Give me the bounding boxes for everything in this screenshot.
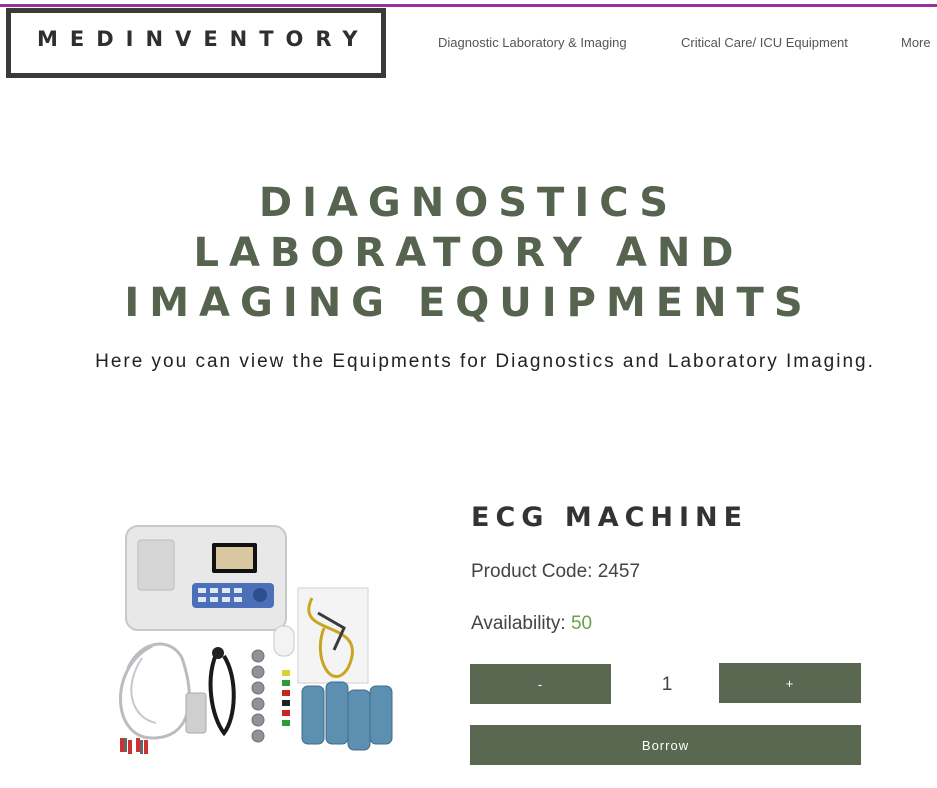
logo[interactable]: MEDINVENTORY <box>6 8 386 78</box>
availability-count: 50 <box>570 613 593 634</box>
nav-link-diagnostic[interactable]: Diagnostic Laboratory & Imaging <box>438 35 627 50</box>
decrease-quantity-button[interactable]: - <box>470 664 611 704</box>
page-subtitle: Here you can view the Equipments for Dia… <box>95 351 875 372</box>
nav-link-critical-care[interactable]: Critical Care/ ICU Equipment <box>681 35 848 50</box>
page-title-line-3: IMAGING EQUIPMENTS <box>124 280 813 326</box>
availability: Availability: 50 <box>471 613 592 635</box>
ecg-machine-icon <box>125 525 287 631</box>
page-title-line-1: DIAGNOSTICS <box>258 180 679 226</box>
borrow-button[interactable]: Borrow <box>470 725 861 765</box>
page-title: DIAGNOSTICS LABORATORY AND IMAGING EQUIP… <box>0 178 937 328</box>
product-image <box>119 525 393 754</box>
increase-quantity-button[interactable]: + <box>719 663 861 703</box>
product-code: Product Code: 2457 <box>471 561 641 582</box>
availability-label: Availability: <box>471 613 566 634</box>
top-accent-line <box>0 4 937 7</box>
logo-text: MEDINVENTORY <box>37 27 370 51</box>
quantity-input[interactable] <box>620 668 714 702</box>
product-name: ECG MACHINE <box>471 502 749 533</box>
nav-link-more[interactable]: More <box>901 35 931 50</box>
page-title-line-2: LABORATORY AND <box>193 230 744 276</box>
